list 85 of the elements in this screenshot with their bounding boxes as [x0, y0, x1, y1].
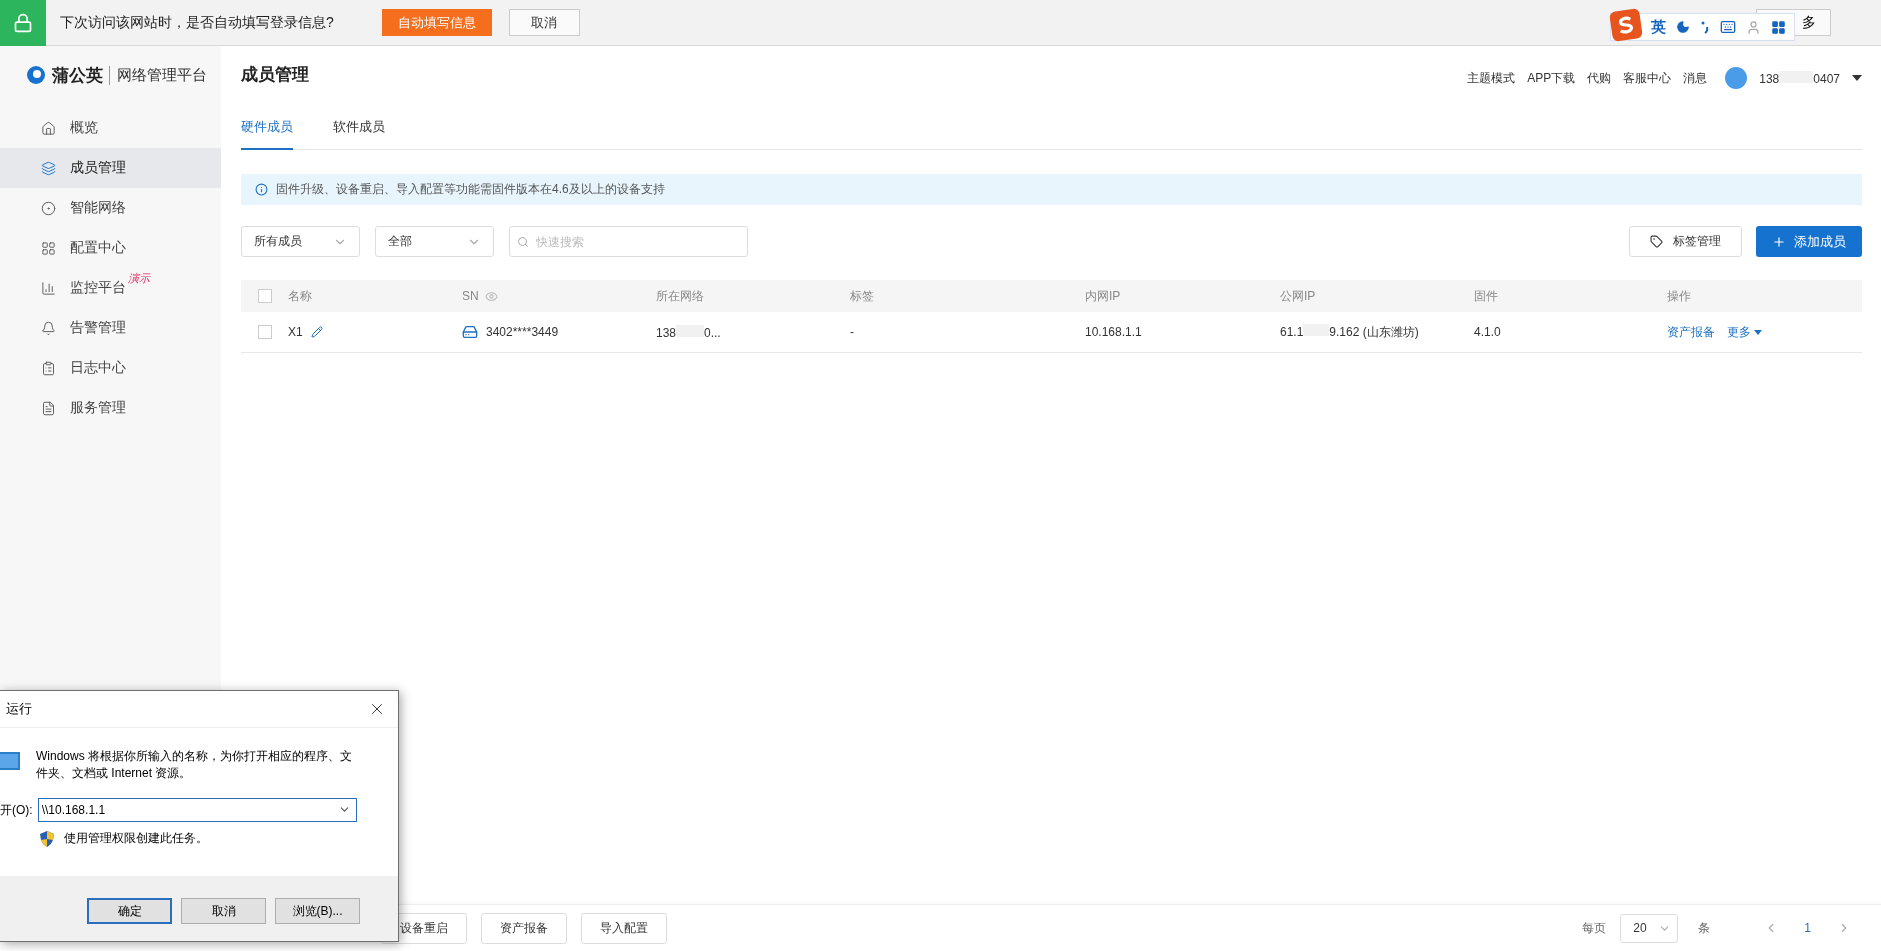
demo-label: 演示 — [128, 271, 150, 286]
menu-icon — [41, 160, 56, 176]
dialog-title: 运行 — [6, 700, 32, 718]
search-field[interactable]: 快速搜索 — [509, 226, 748, 257]
column-header: 所在网络 — [656, 287, 705, 305]
menu-icon — [41, 240, 56, 256]
column-header: 名称 — [288, 287, 313, 305]
sidebar-item[interactable]: 告警管理 — [0, 308, 221, 348]
header-link[interactable]: 主题模式 — [1467, 69, 1516, 87]
sidebar-item[interactable]: 概览 — [0, 108, 221, 148]
sidebar-item[interactable]: 日志中心 — [0, 348, 221, 388]
table-cell: 3402****3449 — [486, 325, 559, 339]
table-cell-text: 61.1 9.162 (山东潍坊) — [1280, 323, 1420, 341]
menu-icon — [41, 400, 56, 416]
sidebar-item[interactable]: 成员管理 — [0, 148, 221, 188]
bulk-action-button[interactable]: 导入配置 — [581, 912, 667, 944]
tag-icon — [1650, 235, 1663, 248]
ime-mode-toggle[interactable]: 英 — [1651, 17, 1666, 37]
bulk-action-button[interactable]: 资产报备 — [481, 912, 567, 944]
run-icon — [0, 752, 20, 770]
dialog-button[interactable]: 确定 — [87, 898, 172, 924]
column-header: 标签 — [850, 287, 875, 305]
sidebar-item[interactable]: 服务管理 — [0, 388, 221, 428]
header-link[interactable]: 代购 — [1587, 69, 1612, 87]
punctuation-icon[interactable] — [1700, 20, 1710, 34]
page-title: 成员管理 — [241, 63, 309, 86]
dialog-button[interactable]: 浏览(B)... — [275, 898, 360, 924]
menu-icon — [41, 360, 56, 376]
more-link[interactable]: 更多 — [1727, 323, 1762, 341]
tag-manage-button[interactable]: 标签管理 — [1629, 226, 1742, 257]
column-header: 内网IP — [1085, 287, 1122, 305]
moon-icon[interactable] — [1676, 20, 1690, 34]
table-cell-text: 138 0... — [656, 324, 722, 340]
table-cell-text: - — [850, 325, 855, 339]
dialog-button[interactable]: 取消 — [181, 898, 266, 924]
member-select[interactable]: 所有成员 — [241, 226, 360, 257]
page-size-label: 每页 — [1582, 919, 1607, 937]
header-link[interactable]: 消息 — [1683, 69, 1708, 87]
header-link[interactable]: APP下载 — [1527, 69, 1576, 87]
page-size-select[interactable]: 20 — [1620, 913, 1679, 943]
column-header: 公网IP — [1280, 287, 1317, 305]
notice-text: 固件升级、设备重启、导入配置等功能需固件版本在4.6及以上的设备支持 — [276, 181, 665, 198]
menu-icon — [41, 120, 56, 136]
sidebar-item[interactable]: 配置中心 — [0, 228, 221, 268]
info-icon — [255, 183, 268, 196]
select-all-checkbox[interactable] — [258, 289, 272, 303]
open-field[interactable]: \\10.168.1.1 — [37, 798, 357, 822]
add-member-button[interactable]: 添加成员 — [1756, 226, 1862, 257]
logo-name: 蒲公英 — [52, 64, 103, 87]
plus-icon — [1772, 234, 1786, 249]
row-checkbox[interactable] — [258, 325, 272, 339]
menu-icon — [41, 200, 56, 216]
page-number[interactable]: 1 — [1800, 921, 1815, 935]
tab[interactable]: 硬件成员 — [241, 118, 293, 150]
sidebar-item[interactable]: 智能网络 — [0, 188, 221, 228]
header-link[interactable]: 客服中心 — [1623, 69, 1672, 87]
cancel-button[interactable]: 取消 — [508, 9, 580, 36]
caret-icon — [1754, 329, 1762, 335]
page-size-unit: 条 — [1698, 919, 1711, 937]
menu-icon — [41, 280, 56, 296]
column-header: 操作 — [1667, 287, 1692, 305]
admin-note: 使用管理权限创建此任务。 — [64, 830, 208, 847]
shield-icon — [40, 830, 54, 847]
column-header: SN — [462, 289, 479, 303]
dialog-message: Windows 将根据你所输入的名称，为你打开相应的程序、文件夹、文档或 Internet 资源。 — [36, 748, 353, 782]
asset-report-link[interactable]: 资产报备 — [1667, 323, 1715, 341]
edit-icon[interactable] — [310, 326, 323, 338]
table-cell-text: 10.168.1.1 — [1085, 325, 1143, 339]
user-name[interactable]: 138 0407 — [1759, 70, 1840, 86]
search-icon — [517, 236, 529, 248]
table-cell-text: 4.1.0 — [1474, 325, 1502, 339]
keyboard-icon[interactable] — [1720, 19, 1736, 35]
menu-icon — [41, 320, 56, 336]
column-header: 固件 — [1474, 287, 1499, 305]
dropdown-caret-icon[interactable] — [1852, 75, 1862, 81]
logo-subtitle: 网络管理平台 — [109, 65, 207, 85]
avatar-icon[interactable] — [1725, 67, 1748, 89]
status-select[interactable]: 全部 — [375, 226, 494, 257]
grid-icon[interactable] — [1771, 19, 1786, 35]
autofill-message: 下次访问该网站时，是否自动填写登录信息? — [60, 13, 334, 32]
device-icon — [462, 324, 478, 340]
table-cell: X1 — [288, 325, 303, 339]
logo-icon — [26, 65, 46, 85]
open-label: 开(O): — [0, 801, 33, 819]
tab[interactable]: 软件成员 — [333, 118, 385, 150]
